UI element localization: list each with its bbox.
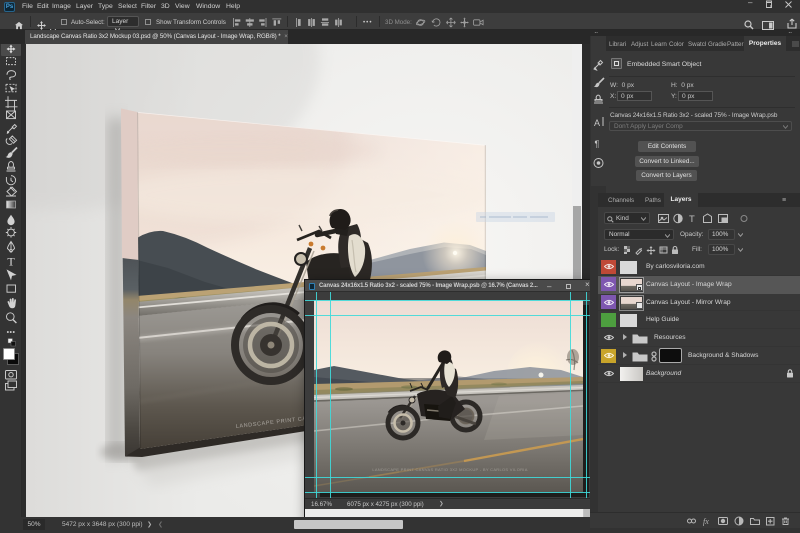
svg-text:A: A <box>594 118 600 128</box>
svg-text:fx: fx <box>703 517 709 526</box>
svg-text:T: T <box>7 255 15 269</box>
svg-text:LANDSCAPE PRINT CANVAS RATIO 3: LANDSCAPE PRINT CANVAS RATIO 3X2 MOCKUP … <box>372 467 527 472</box>
svg-text:¶: ¶ <box>595 139 600 149</box>
svg-text:T: T <box>689 214 695 224</box>
svg-text:•••: ••• <box>7 330 16 337</box>
